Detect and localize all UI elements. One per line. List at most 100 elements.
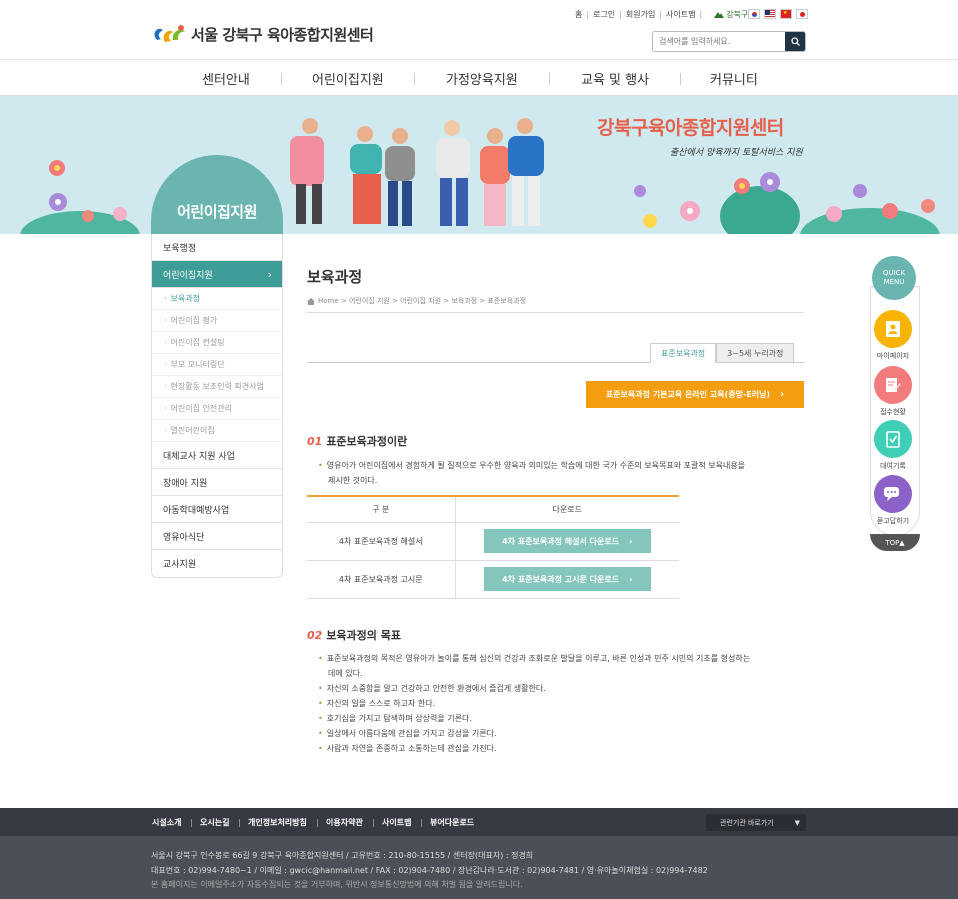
footer-notice: 본 홈페이지는 이메일주소가 자동수집되는 것을 거부하며, 위반시 정보통신망… bbox=[151, 880, 523, 889]
table-header: 다운로드 bbox=[455, 496, 679, 523]
list-item: • 사람과 자연을 존중하고 소통하는데 관심을 가진다. bbox=[318, 744, 497, 753]
footer-links: 시설소개 오시는길 개인정보처리방침 이용자약관 사이트맵 뷰어다운로드 bbox=[0, 808, 958, 836]
home-link[interactable]: 홈 bbox=[575, 9, 582, 20]
section-number: 02 bbox=[307, 628, 323, 642]
logo[interactable]: 서울 강북구 육아종합지원센터 bbox=[151, 22, 374, 46]
download-commentary-button[interactable]: 4차 표준보육과정 해설서 다운로드 › bbox=[483, 529, 651, 553]
online-education-label: 표준보육과정 기본교육 온라인 교육(중앙-E러닝) bbox=[605, 390, 771, 399]
search-input[interactable] bbox=[653, 32, 785, 51]
sidebar-item-substitute-teacher[interactable]: 대체교사 지원 사업 bbox=[152, 442, 282, 469]
footer-link-directions[interactable]: 오시는길 bbox=[200, 817, 229, 828]
quick-item-rental[interactable]: 대여기록 bbox=[874, 420, 912, 471]
related-sites-label: 관련기관 바로가기 bbox=[720, 818, 774, 827]
chevron-right-icon: › bbox=[780, 389, 785, 400]
nav-center-info[interactable]: 센터안내 bbox=[202, 69, 250, 88]
quick-head-line-1: QUICK bbox=[882, 269, 906, 277]
nav-education-events[interactable]: 교육 및 행사 bbox=[581, 69, 649, 88]
korea-flag-icon[interactable] bbox=[748, 9, 760, 19]
nav-daycare-support[interactable]: 어린이집지원 bbox=[312, 69, 384, 88]
sidebar-item-admin[interactable]: 보육행정 bbox=[152, 234, 282, 261]
quick-item-applications[interactable]: 접수현황 bbox=[874, 366, 912, 417]
signup-link[interactable]: 회원가입 bbox=[626, 9, 655, 20]
sidebar-item-disabled-child[interactable]: 장애아 지원 bbox=[152, 469, 282, 496]
sidebar-item-diet[interactable]: 영유아식단 bbox=[152, 523, 282, 550]
utility-links: 홈 | 로그인 | 회원가입 | 사이트맵 | 강북구청 bbox=[575, 9, 756, 20]
sidebar-subitem-consulting[interactable]: · 어린이집 컨설팅 bbox=[152, 332, 282, 354]
chat-icon bbox=[874, 475, 912, 513]
online-education-button[interactable]: 표준보육과정 기본교육 온라인 교육(중앙-E러닝) › bbox=[586, 381, 804, 408]
table-header-row: 구 분 다운로드 bbox=[307, 496, 679, 523]
table-row: 4차 표준보육과정 해설서 4차 표준보육과정 해설서 다운로드 › bbox=[307, 522, 679, 561]
list-item: • 자신의 일을 스스로 하고자 한다. bbox=[318, 699, 436, 708]
quick-item-label: 대여기록 bbox=[880, 462, 906, 470]
quick-item-label: 접수현황 bbox=[880, 408, 906, 416]
china-flag-icon[interactable]: ★ bbox=[780, 9, 792, 19]
footer-contact: 대표번호 : 02)994-7480~1 / 이메일 : gwcic@hanma… bbox=[151, 866, 708, 875]
usa-flag-icon[interactable] bbox=[764, 9, 776, 19]
section-1-heading: 01 표준보육과정이란 bbox=[307, 433, 407, 449]
quick-item-mypage[interactable]: 마이페이지 bbox=[874, 310, 912, 361]
download-table: 구 분 다운로드 4차 표준보육과정 해설서 4차 표준보육과정 해설서 다운로… bbox=[307, 495, 679, 599]
chevron-right-icon: › bbox=[629, 536, 633, 546]
subitem-label: 어린이집 평가 bbox=[170, 316, 218, 325]
search-icon bbox=[790, 37, 800, 46]
chevron-right-icon: › bbox=[629, 574, 633, 584]
sidebar-item-abuse-prevention[interactable]: 아동학대예방사업 bbox=[152, 496, 282, 523]
sidebar-item-label: 대체교사 지원 사업 bbox=[163, 451, 235, 462]
quick-item-qna[interactable]: 묻고답하기 bbox=[874, 475, 912, 526]
download-notice-button[interactable]: 4차 표준보육과정 고시문 다운로드 › bbox=[483, 567, 651, 591]
list-item: 데에 있다. bbox=[318, 666, 750, 681]
section-title: 보육과정의 목표 bbox=[326, 629, 401, 642]
sidebar-subitem-open-daycare[interactable]: · 열린어린이집 bbox=[152, 420, 282, 442]
subitem-label: 부모 모니터링단 bbox=[170, 360, 225, 369]
logo-icon bbox=[151, 22, 187, 46]
mypage-icon bbox=[874, 310, 912, 348]
list-text: 데에 있다. bbox=[328, 669, 363, 678]
quick-menu-head: QUICK MENU bbox=[872, 256, 916, 300]
header: 서울 강북구 육아종합지원센터 홈 | 로그인 | 회원가입 | 사이트맵 | 강북구청… bbox=[0, 0, 958, 60]
banner-illustration bbox=[20, 118, 940, 234]
language-flags: ★ bbox=[748, 9, 808, 19]
sidebar-subitem-evaluation[interactable]: · 어린이집 평가 bbox=[152, 310, 282, 332]
tab-standard-curriculum[interactable]: 표준보육과정 bbox=[650, 343, 717, 363]
footer-link-viewer[interactable]: 뷰어다운로드 bbox=[430, 817, 474, 828]
subitem-label: 어린이집 컨설팅 bbox=[170, 338, 225, 347]
sitemap-link[interactable]: 사이트맵 bbox=[666, 9, 695, 20]
japan-flag-icon[interactable] bbox=[796, 9, 808, 19]
checklist-icon bbox=[874, 420, 912, 458]
download-label: 4차 표준보육과정 고시문 다운로드 bbox=[502, 574, 620, 584]
list-item: • 일상에서 아름다움에 관심을 가지고 감성을 기른다. bbox=[318, 729, 497, 738]
login-link[interactable]: 로그인 bbox=[593, 9, 615, 20]
row-label: 4차 표준보육과정 해설서 bbox=[307, 522, 456, 561]
table-row: 4차 표준보육과정 고시문 4차 표준보육과정 고시문 다운로드 › bbox=[307, 560, 679, 599]
tab-nuri-curriculum[interactable]: 3~5세 누리과정 bbox=[716, 343, 795, 363]
sidebar-subitem-curriculum[interactable]: · 보육과정 bbox=[152, 288, 282, 310]
list-text: 사람과 자연을 존중하고 소통하는데 관심을 가진다. bbox=[326, 744, 497, 753]
search-box bbox=[652, 31, 806, 52]
footer-link-privacy[interactable]: 개인정보처리방침 bbox=[248, 817, 307, 828]
sidebar-item-label: 영유아식단 bbox=[163, 532, 205, 543]
subitem-label: 열린어린이집 bbox=[170, 426, 215, 435]
sidebar-item-daycare-support[interactable]: 어린이집지원 › bbox=[152, 261, 282, 288]
footer-link-facility[interactable]: 시설소개 bbox=[152, 817, 181, 828]
list-text: 호기심을 가지고 탐색하며 상상력을 기른다. bbox=[326, 714, 472, 723]
nav-community[interactable]: 커뮤니티 bbox=[710, 69, 758, 88]
sidebar-subitem-safety[interactable]: · 어린이집 안전관리 bbox=[152, 398, 282, 420]
quick-head-line-2: MENU bbox=[883, 278, 905, 286]
row-label: 4차 표준보육과정 고시문 bbox=[307, 560, 456, 599]
sidebar-subitem-assistant-dispatch[interactable]: · 현장활동 보조인력 파견사업 bbox=[152, 376, 282, 398]
scroll-top-button[interactable]: TOP▲ bbox=[870, 534, 920, 551]
sidebar-item-teacher-support[interactable]: 교사지원 bbox=[152, 550, 282, 577]
subitem-label: 어린이집 안전관리 bbox=[170, 404, 232, 413]
quick-menu: QUICK MENU 마이페이지 접수현황 대여기록 묻고답하기 TOP▲ bbox=[868, 256, 922, 551]
related-sites-select[interactable]: 관련기관 바로가기 ▼ bbox=[706, 814, 806, 831]
footer-link-sitemap[interactable]: 사이트맵 bbox=[382, 817, 411, 828]
sidebar-item-label: 장애아 지원 bbox=[163, 478, 208, 489]
nav-home-parenting[interactable]: 가정양육지원 bbox=[446, 69, 518, 88]
footer-link-terms[interactable]: 이용자약관 bbox=[326, 817, 363, 828]
search-button[interactable] bbox=[785, 32, 805, 51]
table-header: 구 분 bbox=[307, 496, 456, 523]
banner-title: 강북구육아종합지원센터 bbox=[597, 117, 784, 139]
section-2-list: • 표준보육과정의 목적은 영유아가 놀이를 통해 심신의 건강과 조화로운 발달… bbox=[318, 651, 750, 756]
sidebar-subitem-parent-monitoring[interactable]: · 부모 모니터링단 bbox=[152, 354, 282, 376]
